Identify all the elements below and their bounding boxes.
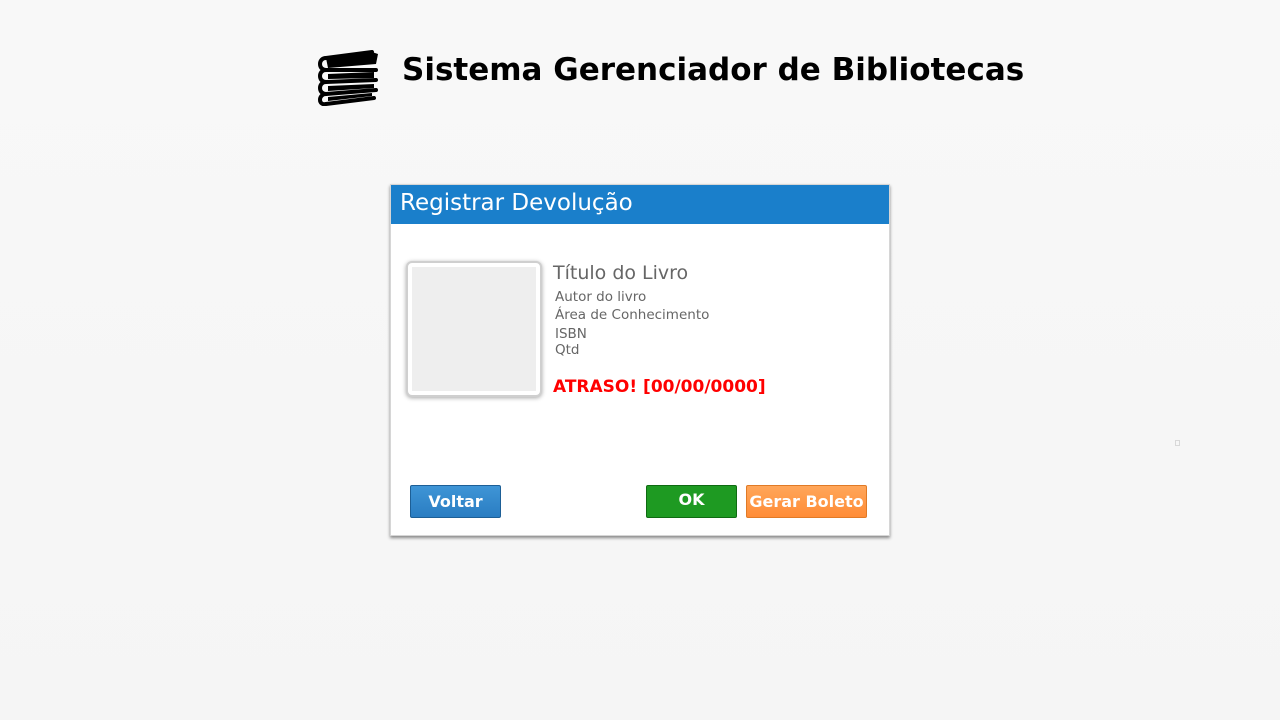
book-cover	[406, 261, 542, 397]
ok-button[interactable]: OK	[646, 485, 737, 518]
dialog-title: Registrar Devolução	[400, 190, 633, 216]
background-artifact	[1175, 440, 1180, 446]
app-title: Sistema Gerenciador de Bibliotecas	[402, 52, 1025, 88]
book-isbn: ISBN	[555, 326, 587, 342]
late-notice: ATRASO! [00/00/0000]	[553, 377, 766, 397]
return-dialog: Registrar Devolução Título do Livro Auto…	[390, 184, 890, 536]
book-title: Título do Livro	[553, 262, 689, 284]
book-qtd: Qtd	[555, 342, 580, 358]
dialog-header: Registrar Devolução	[391, 185, 889, 224]
page: Sistema Gerenciador de Bibliotecas Regis…	[0, 0, 1280, 720]
generate-boleto-button[interactable]: Gerar Boleto	[746, 485, 867, 518]
app-header: Sistema Gerenciador de Bibliotecas	[0, 44, 1280, 108]
book-area: Área de Conhecimento	[555, 307, 710, 323]
back-button[interactable]: Voltar	[410, 485, 501, 518]
books-stack-icon	[318, 50, 378, 106]
book-author: Autor do livro	[555, 289, 647, 305]
book-cover-placeholder	[412, 267, 536, 391]
